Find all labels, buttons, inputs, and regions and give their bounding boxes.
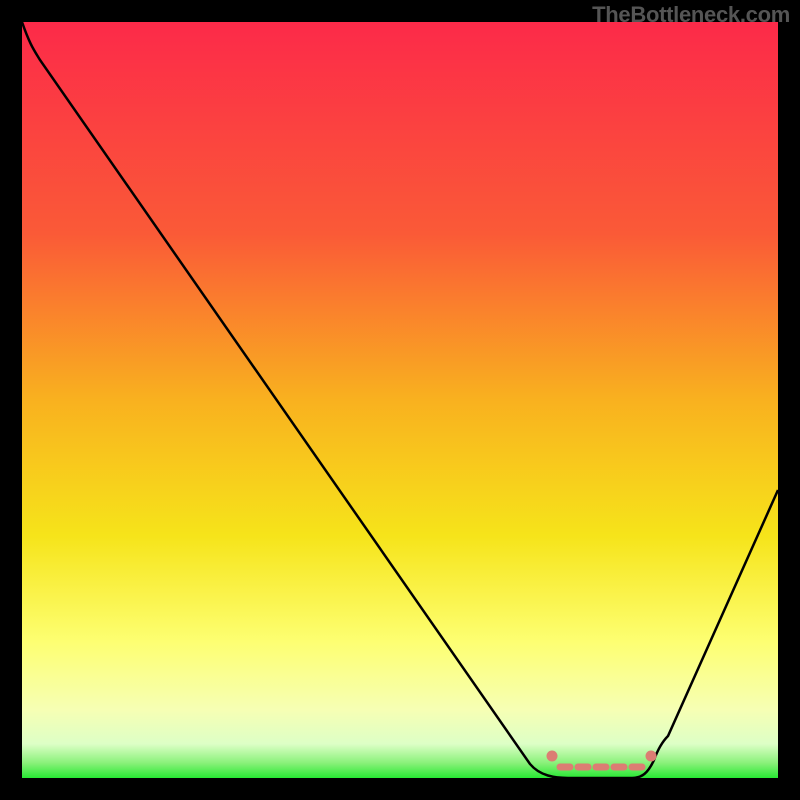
chart-stage: TheBottleneck.com [0,0,800,800]
bottleneck-chart [0,0,800,800]
chart-background-gradient [22,22,778,778]
optimal-range-start-marker [547,751,558,762]
optimal-range-end-marker [646,751,657,762]
attribution-label: TheBottleneck.com [592,2,790,28]
